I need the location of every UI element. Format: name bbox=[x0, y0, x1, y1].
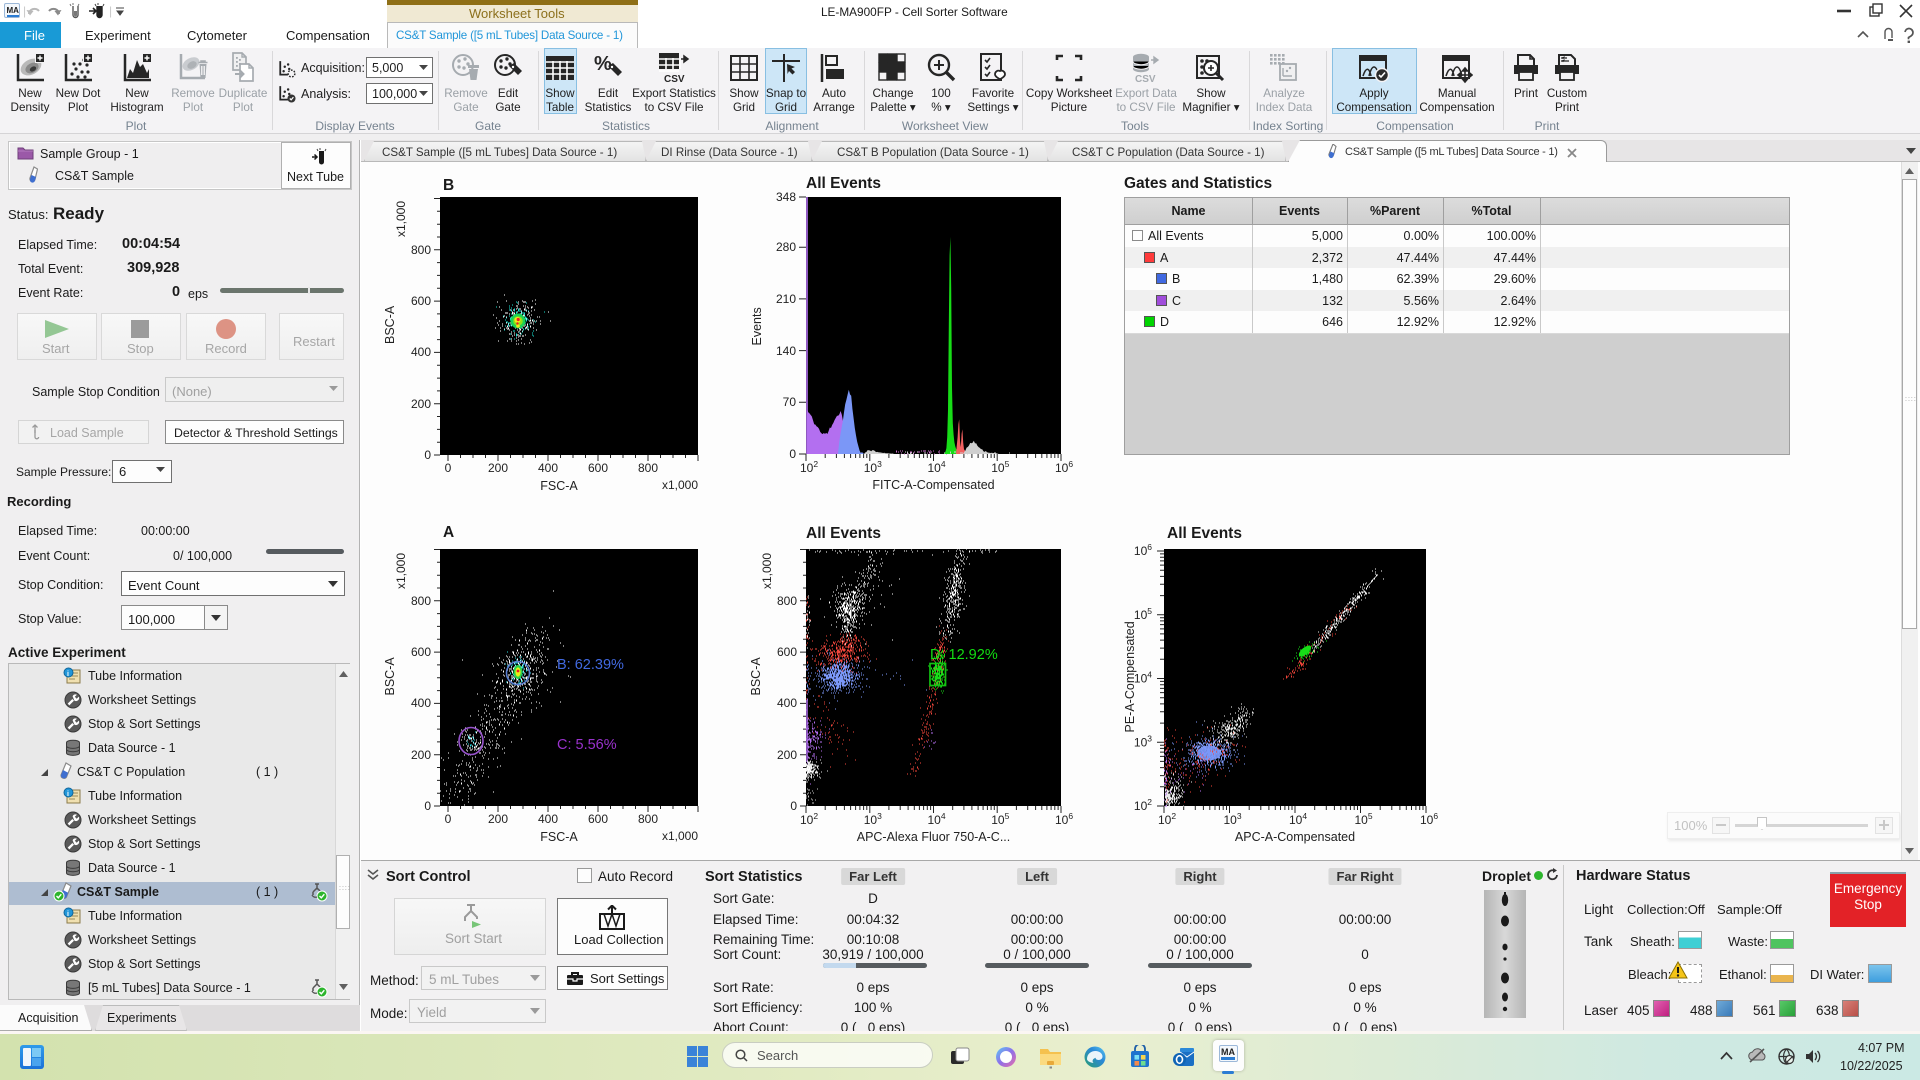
svg-text:x1,000: x1,000 bbox=[662, 829, 698, 843]
svg-text:i: i bbox=[67, 791, 69, 798]
svg-text:800: 800 bbox=[411, 243, 431, 257]
svg-text:FSC-A: FSC-A bbox=[540, 479, 578, 493]
svg-text:i: i bbox=[67, 911, 69, 918]
svg-text:200: 200 bbox=[411, 397, 431, 411]
svg-text:0: 0 bbox=[790, 799, 797, 813]
svg-text:All Events: All Events bbox=[806, 525, 881, 542]
svg-text:All Events: All Events bbox=[1167, 525, 1242, 542]
svg-text:CSV: CSV bbox=[1135, 74, 1156, 84]
svg-text:106: 106 bbox=[1134, 542, 1152, 558]
svg-text:BSC-A: BSC-A bbox=[749, 657, 763, 696]
svg-text:600: 600 bbox=[588, 812, 608, 826]
svg-text:BSC-A: BSC-A bbox=[383, 657, 397, 696]
svg-text:x1,000: x1,000 bbox=[662, 478, 698, 492]
svg-text:103: 103 bbox=[864, 811, 882, 827]
svg-text:B: 62.39%: B: 62.39% bbox=[557, 657, 624, 673]
svg-text:800: 800 bbox=[777, 594, 797, 608]
svg-text:104: 104 bbox=[927, 811, 945, 827]
svg-text:600: 600 bbox=[588, 461, 608, 475]
svg-text:200: 200 bbox=[777, 748, 797, 762]
svg-text:400: 400 bbox=[411, 345, 431, 359]
svg-text:280: 280 bbox=[776, 240, 796, 254]
svg-text:105: 105 bbox=[991, 811, 1009, 827]
svg-text:D: 12.92%: D: 12.92% bbox=[930, 647, 998, 663]
svg-text:BSC-A: BSC-A bbox=[383, 305, 397, 344]
svg-text:200: 200 bbox=[488, 461, 508, 475]
svg-text:APC-A-Compensated: APC-A-Compensated bbox=[1235, 830, 1355, 844]
svg-text:104: 104 bbox=[927, 459, 945, 475]
svg-text:800: 800 bbox=[638, 461, 658, 475]
svg-text:FSC-A: FSC-A bbox=[540, 830, 578, 844]
svg-text:0: 0 bbox=[445, 461, 452, 475]
svg-text:140: 140 bbox=[776, 344, 796, 358]
svg-text:200: 200 bbox=[488, 812, 508, 826]
svg-text:102: 102 bbox=[1134, 797, 1152, 813]
svg-text:FITC-A-Compensated: FITC-A-Compensated bbox=[872, 478, 994, 492]
svg-text:800: 800 bbox=[411, 594, 431, 608]
svg-text:800: 800 bbox=[638, 812, 658, 826]
svg-text:103: 103 bbox=[1223, 811, 1241, 827]
svg-text:106: 106 bbox=[1055, 459, 1073, 475]
svg-text:i: i bbox=[67, 671, 69, 678]
svg-text:x1,000: x1,000 bbox=[394, 201, 408, 237]
svg-text:200: 200 bbox=[411, 748, 431, 762]
svg-text:0: 0 bbox=[445, 812, 452, 826]
svg-text:106: 106 bbox=[1420, 811, 1438, 827]
svg-text:348: 348 bbox=[776, 190, 796, 204]
svg-text:102: 102 bbox=[800, 811, 818, 827]
svg-text:Events: Events bbox=[750, 307, 764, 345]
svg-text:APC-Alexa Fluor 750-A-C...: APC-Alexa Fluor 750-A-C... bbox=[857, 830, 1011, 844]
svg-text:0: 0 bbox=[424, 799, 431, 813]
svg-text:102: 102 bbox=[1158, 811, 1176, 827]
svg-text:103: 103 bbox=[864, 459, 882, 475]
svg-text:400: 400 bbox=[411, 696, 431, 710]
svg-text:70: 70 bbox=[783, 395, 797, 409]
svg-text:C: 5.56%: C: 5.56% bbox=[557, 737, 617, 753]
svg-text:0: 0 bbox=[424, 448, 431, 462]
svg-text:CSV: CSV bbox=[664, 74, 685, 84]
svg-text:105: 105 bbox=[991, 459, 1009, 475]
svg-text:400: 400 bbox=[777, 696, 797, 710]
svg-text:104: 104 bbox=[1289, 811, 1307, 827]
svg-text:0: 0 bbox=[789, 447, 796, 461]
svg-text:x1,000: x1,000 bbox=[394, 553, 408, 589]
svg-text:PE-A-Compensated: PE-A-Compensated bbox=[1123, 621, 1137, 732]
svg-text:All Events: All Events bbox=[806, 175, 881, 192]
svg-text:102: 102 bbox=[800, 459, 818, 475]
svg-text:%: % bbox=[594, 53, 612, 75]
svg-text:x1,000: x1,000 bbox=[760, 553, 774, 589]
svg-text:105: 105 bbox=[1134, 606, 1152, 622]
svg-text:B: B bbox=[443, 177, 454, 194]
svg-text:106: 106 bbox=[1055, 811, 1073, 827]
svg-text:210: 210 bbox=[776, 292, 796, 306]
svg-text:600: 600 bbox=[411, 294, 431, 308]
svg-text:103: 103 bbox=[1134, 733, 1152, 749]
svg-text:400: 400 bbox=[538, 461, 558, 475]
svg-text:105: 105 bbox=[1354, 811, 1372, 827]
svg-text:600: 600 bbox=[411, 645, 431, 659]
svg-text:A: A bbox=[443, 524, 454, 541]
svg-text:600: 600 bbox=[777, 645, 797, 659]
svg-text:400: 400 bbox=[538, 812, 558, 826]
